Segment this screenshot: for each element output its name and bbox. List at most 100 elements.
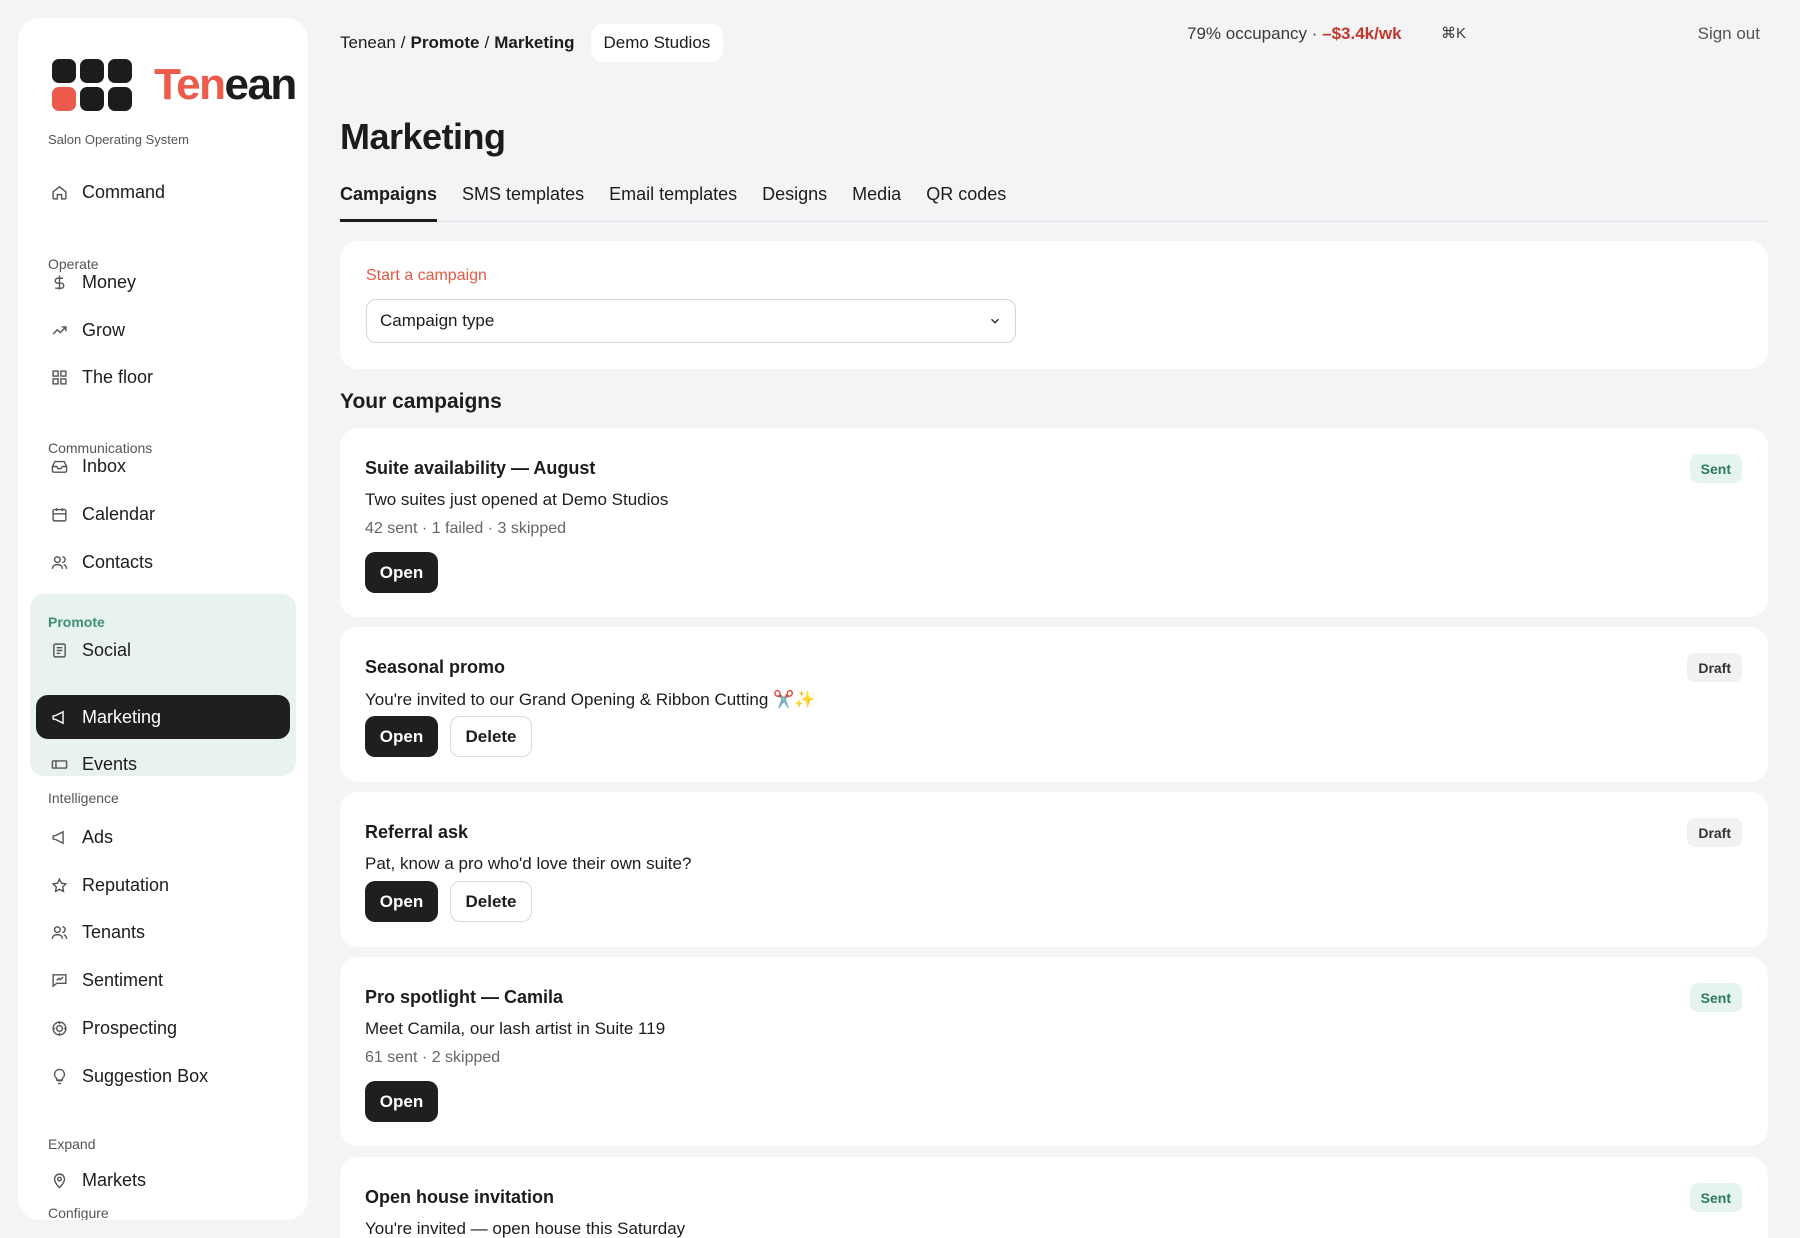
delete-button[interactable]: Delete [450,881,532,922]
sidebar-item-label: Reputation [82,874,170,895]
campaign-stats: 61 sent · 2 skipped [365,1049,501,1066]
lightbulb-icon [48,1065,70,1087]
sidebar-item-command[interactable]: Command [48,170,302,214]
inbox-icon [48,455,70,477]
start-campaign-card: Start a campaign Campaign type [340,241,1768,369]
campaign-title: Suite availability — August [365,458,596,478]
sidebar-item-prospecting[interactable]: Prospecting [48,1006,302,1050]
sidebar-item-tenants[interactable]: Tenants [48,910,302,954]
campaign-card: Suite availability — August Two suites j… [340,428,1768,617]
sidebar-item-grow[interactable]: Grow [48,308,302,352]
campaign-title: Referral ask [365,822,469,842]
sidebar-item-label: Money [82,271,137,292]
status-badge: Sent [1689,454,1742,483]
target-icon [48,1017,70,1039]
sidebar-item-contacts[interactable]: Contacts [48,540,302,584]
dollar-icon [48,271,70,293]
chevron-down-icon [990,318,1000,324]
logo-mark-icon [52,59,132,111]
campaign-card: Pro spotlight — Camila Meet Camila, our … [340,957,1768,1146]
sidebar-item-suggestion-box[interactable]: Suggestion Box [48,1054,302,1098]
brand-tagline: Salon Operating System [48,132,189,147]
campaign-subtitle: You're invited to our Grand Opening & Ri… [365,690,816,709]
tab-media[interactable]: Media [852,180,901,222]
pin-icon [48,1169,70,1191]
newspaper-icon [48,639,70,661]
sidebar-item-markets[interactable]: Markets [48,1158,302,1202]
sidebar-item-label: Inbox [82,455,127,476]
tab-qr-codes[interactable]: QR codes [926,180,1006,222]
megaphone-icon [48,706,70,728]
breadcrumb: Tenean / Promote / Marketing Demo Studio… [340,24,724,62]
campaign-stats: 42 sent · 1 failed · 3 skipped [365,520,567,537]
sidebar-section-intelligence: Intelligence [48,790,119,806]
chat-icon [48,969,70,991]
brand-logo[interactable]: Tenean [52,50,297,120]
breadcrumb-section[interactable]: Promote [411,33,480,53]
sidebar-item-sentiment[interactable]: Sentiment [48,958,302,1002]
sidebar-item-label: Tenants [82,921,146,942]
command-palette-shortcut[interactable]: ⌘K [1441,24,1466,42]
sidebar-item-ads[interactable]: Ads [48,815,302,859]
sign-out-link[interactable]: Sign out [1698,24,1760,44]
campaign-title: Seasonal promo [365,657,506,677]
grid-icon [48,366,70,388]
delete-button[interactable]: Delete [450,716,532,757]
campaign-title: Pro spotlight — Camila [365,987,564,1007]
sidebar-item-the-floor[interactable]: The floor [48,355,302,399]
campaign-card: Referral ask Pat, know a pro who'd love … [340,792,1768,947]
home-icon [48,181,70,203]
sidebar-section-configure: Configure [48,1205,109,1220]
sidebar-item-events[interactable]: Events [48,742,302,786]
campaign-subtitle: You're invited — open house this Saturda… [365,1219,686,1238]
users-icon [48,551,70,573]
open-button[interactable]: Open [365,881,438,922]
sidebar: Tenean Salon Operating System Command Op… [18,18,308,1220]
sidebar-section-expand: Expand [48,1136,96,1152]
calendar-icon [48,503,70,525]
status-badge: Sent [1689,1183,1742,1212]
campaign-subtitle: Pat, know a pro who'd love their own sui… [365,854,692,873]
sidebar-item-label: Calendar [82,503,156,524]
sidebar-item-label: The floor [82,366,154,387]
sidebar-item-label: Ads [82,826,114,847]
campaigns-section-title: Your campaigns [340,390,502,413]
sidebar-item-inbox[interactable]: Inbox [48,444,302,488]
sidebar-item-money[interactable]: Money [48,260,302,304]
breadcrumb-root[interactable]: Tenean [340,33,396,53]
sidebar-item-label: Sentiment [82,969,164,990]
campaign-type-select[interactable]: Campaign type [366,299,1016,343]
sidebar-item-marketing[interactable]: Marketing [36,695,290,739]
tab-email-templates[interactable]: Email templates [609,180,737,222]
tab-designs[interactable]: Designs [762,180,827,222]
campaign-subtitle: Meet Camila, our lash artist in Suite 11… [365,1019,666,1038]
open-button[interactable]: Open [365,552,438,593]
org-switcher[interactable]: Demo Studios [590,24,724,62]
occupancy-status: 79% occupancy · –$3.4k/wk [1187,24,1402,43]
users-icon [48,921,70,943]
tab-bar: Campaigns SMS templates Email templates … [340,180,1768,222]
open-button[interactable]: Open [365,1081,438,1122]
sidebar-item-label: Social [82,639,132,660]
status-badge: Draft [1687,653,1742,682]
sidebar-item-calendar[interactable]: Calendar [48,492,302,536]
sidebar-item-label: Suggestion Box [82,1065,209,1086]
open-button[interactable]: Open [365,716,438,757]
campaign-title: Open house invitation [365,1187,555,1207]
sidebar-item-label: Grow [82,319,126,340]
sidebar-item-label: Command [82,181,166,202]
sidebar-item-reputation[interactable]: Reputation [48,863,302,907]
sidebar-item-social[interactable]: Social [48,628,302,672]
tab-sms-templates[interactable]: SMS templates [462,180,584,222]
ticket-icon [48,753,70,775]
brand-name: Tenean [154,60,297,109]
sidebar-item-label: Markets [82,1169,147,1190]
trend-up-icon [48,319,70,341]
page-title: Marketing [340,116,506,157]
sidebar-item-label: Contacts [82,551,154,572]
sidebar-item-label: Marketing [82,706,162,727]
star-icon [48,874,70,896]
campaign-card: Seasonal promo You're invited to our Gra… [340,627,1768,782]
tab-campaigns[interactable]: Campaigns [340,180,438,222]
revenue-delta: –$3.4k/wk [1322,24,1402,43]
